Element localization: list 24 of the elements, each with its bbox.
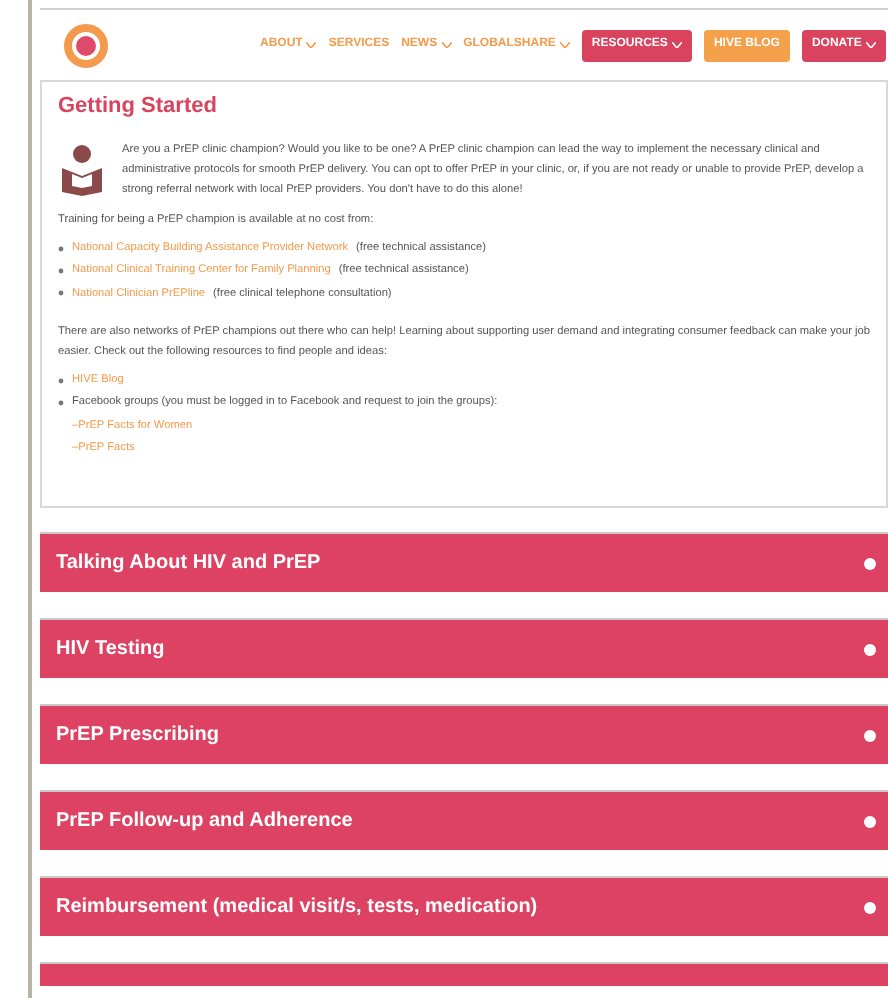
caret-icon — [306, 42, 317, 48]
dot-icon — [864, 729, 876, 741]
accordion-header[interactable]: PrEP Follow-up and Adherence — [40, 790, 888, 850]
accordion-header[interactable]: PrEP Prescribing — [40, 704, 888, 764]
caret-icon — [441, 42, 452, 48]
bullet-icon — [58, 400, 64, 407]
dot-icon — [864, 643, 876, 655]
accordion-header[interactable] — [40, 962, 888, 986]
bullet-icon — [58, 245, 64, 252]
caret-icon — [559, 42, 570, 48]
reader-icon — [58, 143, 106, 195]
caret-icon — [865, 42, 876, 48]
accordion-header[interactable]: Reimbursement (medical visit/s, tests, medication) — [40, 876, 888, 936]
logo-icon[interactable] — [64, 23, 108, 67]
bullet-icon — [58, 377, 64, 384]
bullet-icon — [58, 290, 64, 297]
accordion-header[interactable]: Talking About HIV and PrEP — [40, 532, 888, 592]
caret-icon — [671, 42, 682, 48]
section-title: Getting Started — [58, 92, 219, 122]
accordion-header[interactable]: HIV Testing — [40, 618, 888, 678]
dot-icon — [864, 815, 876, 827]
dot-icon — [864, 557, 876, 569]
dot-icon — [864, 901, 876, 913]
bullet-icon — [58, 267, 64, 274]
